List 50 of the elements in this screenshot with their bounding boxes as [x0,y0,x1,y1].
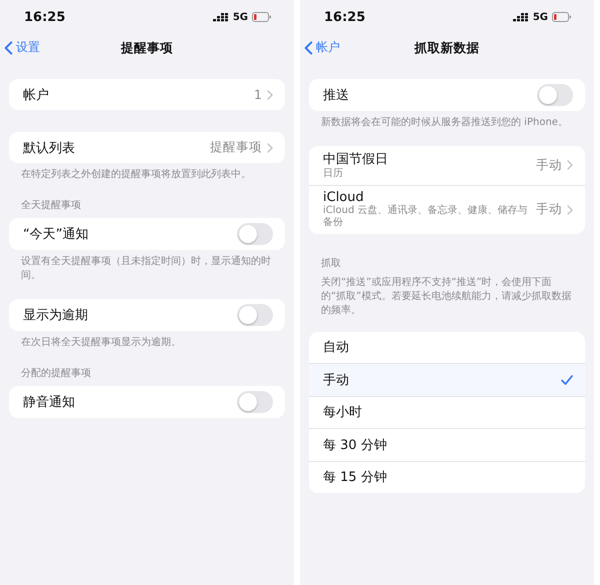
section-footer: 设置有全天提醒事项（且未指定时间）时，显示通知的时间。 [9,250,285,283]
toggle-switch[interactable] [237,391,273,413]
section-header: 分配的提醒事项 [20,366,92,381]
battery-icon [552,12,572,22]
toggle-switch[interactable] [237,223,273,245]
section-header: 全天提醒事项 [20,198,82,213]
option-label: 每 15 分钟 [323,469,387,486]
signal-icon [512,12,529,22]
nav-title: 抓取新数据 [414,40,480,56]
section-footer: 在次日将全天提醒事项显示为逾期。 [9,331,285,350]
list-row[interactable]: 默认列表 提醒事项 [9,132,285,163]
checkmark-icon [561,374,573,385]
toggle-switch[interactable] [537,84,573,106]
row-label: 静音通知 [23,394,75,411]
back-chevron-icon [4,40,13,54]
nav-title: 提醒事项 [121,40,173,56]
section-footer: 在特定列表之外创建的提醒事项将放置到此列表中。 [9,163,285,182]
section-header: 抓取 [320,256,342,270]
option-label: 每小时 [323,404,362,422]
status-time: 16:25 [24,10,66,24]
list-row[interactable]: 帐户 1 [9,79,285,110]
option-row[interactable]: 手动 [309,363,585,396]
option-label: 每 30 分钟 [323,436,387,454]
network-label: 5G [532,12,548,22]
option-label: 自动 [323,339,349,356]
section-description: 关闭“推送”或应用程序不支持“推送”时，会使用下面的“抓取”模式。若要延长电池续航能力，请减少抓取数据的频率。 [320,276,572,318]
row-subtitle: 日历 [323,168,344,180]
row-subtitle: iCloud 云盘、通讯录、备忘录、健康、储存与备份 [323,204,529,230]
row-label: “今天”通知 [23,226,88,243]
row-label: 推送 [323,87,349,104]
network-label: 5G [232,12,248,22]
back-button[interactable]: 设置 [4,39,40,56]
battery-icon [252,12,272,22]
signal-icon [212,12,229,22]
row-label: 帐户 [23,86,49,104]
list-row[interactable]: 中国节假日 日历 手动 [309,146,585,184]
toggle-switch[interactable] [237,304,273,326]
chevron-icon [267,142,273,152]
row-label: 显示为逾期 [23,307,88,324]
back-chevron-icon [304,40,313,54]
option-label: 手动 [323,372,349,389]
status-time: 16:25 [324,10,366,24]
chevron-icon [567,160,573,170]
row-label: 默认列表 [23,140,75,156]
chevron-icon [567,204,573,214]
section-footer: 新数据将会在可能的时候从服务器推送到您的 iPhone。 [309,111,585,130]
row-label: iCloud [323,190,365,204]
row-label: 中国节假日 [323,151,388,168]
back-button[interactable]: 帐户 [304,39,340,56]
chevron-icon [267,90,273,100]
